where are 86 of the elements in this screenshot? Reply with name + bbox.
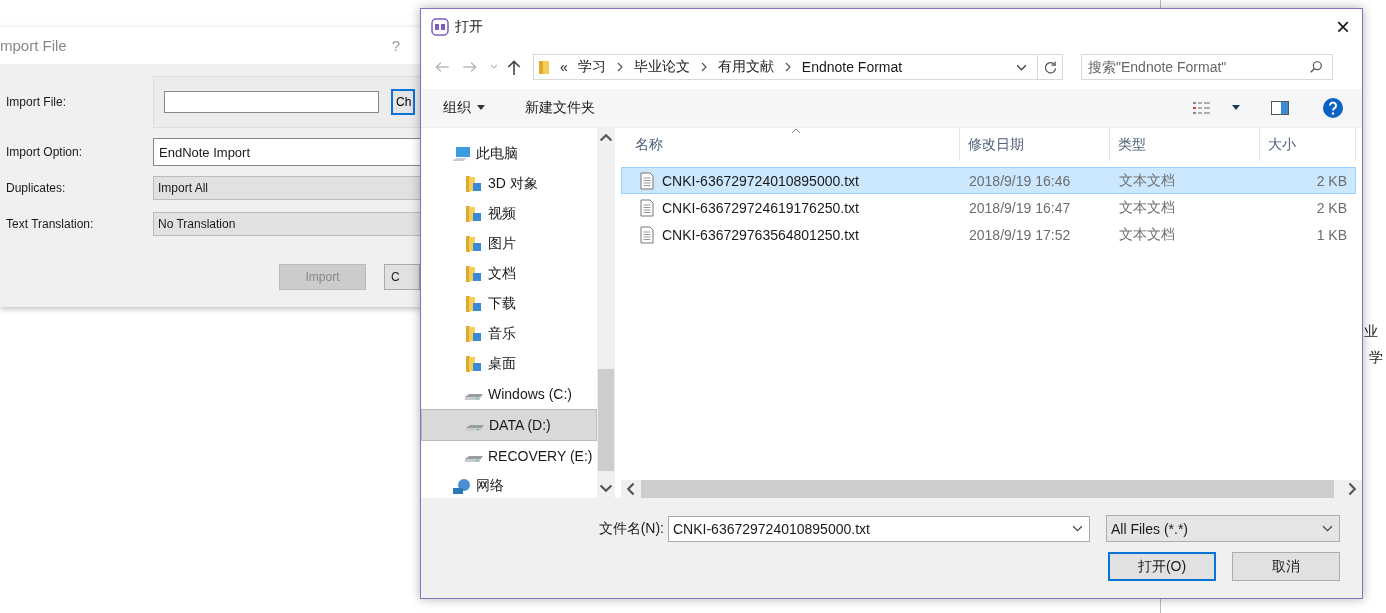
- file-date: 2018/9/19 16:46: [968, 172, 1072, 189]
- folder-icon: [464, 205, 484, 223]
- breadcrumb-overflow[interactable]: «: [560, 59, 568, 75]
- chevron-right-icon[interactable]: [615, 62, 624, 72]
- app-icon: [431, 18, 449, 36]
- file-type-dropdown[interactable]: All Files (*.*): [1106, 515, 1340, 542]
- search-field[interactable]: 搜索"Endnote Format": [1081, 54, 1333, 80]
- breadcrumb-item[interactable]: 毕业论文: [633, 58, 690, 76]
- view-list-icon[interactable]: [1192, 100, 1212, 116]
- caret-down-icon[interactable]: [1232, 105, 1240, 111]
- file-size: 1 KB: [1315, 226, 1348, 243]
- file-type: 文本文档: [1118, 171, 1176, 190]
- new-folder-button[interactable]: 新建文件夹: [515, 95, 605, 121]
- dialog-button[interactable]: C: [384, 264, 420, 290]
- chevron-right-icon[interactable]: [783, 62, 792, 72]
- scroll-thumb[interactable]: [598, 369, 614, 471]
- nav-item[interactable]: 音乐: [421, 319, 597, 349]
- background-text: 学: [1369, 349, 1383, 367]
- refresh-icon: [1042, 59, 1058, 75]
- network-icon: [452, 477, 472, 495]
- nav-item[interactable]: 下载: [421, 289, 597, 319]
- dialog-button[interactable]: 打开(O): [1108, 552, 1216, 581]
- nav-item[interactable]: 桌面: [421, 349, 597, 379]
- column-header[interactable]: 大小: [1260, 128, 1356, 161]
- file-row[interactable]: CNKI-636729724010895000.txt 2018/9/19 16:46 文本文档 2 KB: [621, 167, 1356, 194]
- search-icon: [1309, 60, 1323, 74]
- file-row[interactable]: CNKI-636729724619176250.txt 2018/9/19 16:47 文本文档 2 KB: [621, 194, 1356, 221]
- column-header[interactable]: 类型: [1110, 128, 1260, 161]
- file-size: 2 KB: [1315, 172, 1348, 189]
- folder-icon: [464, 235, 484, 253]
- address-bar[interactable]: « 学习 毕业论文 有用文献 Endnote Format: [533, 54, 1063, 80]
- file-date: 2018/9/19 17:52: [968, 226, 1072, 243]
- chevron-down-icon[interactable]: [1072, 523, 1083, 534]
- organize-menu[interactable]: 组织: [433, 95, 495, 121]
- computer-icon: [452, 145, 472, 163]
- breadcrumb-item[interactable]: 有用文献: [717, 58, 774, 76]
- file-name: CNKI-636729724619176250.txt: [662, 199, 859, 216]
- field-label: Import Option:: [6, 145, 84, 159]
- chevron-right-icon[interactable]: [699, 62, 708, 72]
- nav-item[interactable]: 文档: [421, 259, 597, 289]
- file-path-field[interactable]: [164, 91, 379, 113]
- file-name: CNKI-636729763564801250.txt: [662, 226, 859, 243]
- breadcrumb-item[interactable]: Endnote Format: [801, 59, 903, 75]
- scrollbar[interactable]: [597, 128, 615, 498]
- breadcrumb-item[interactable]: 学习: [577, 58, 606, 76]
- column-header[interactable]: 修改日期: [960, 128, 1110, 161]
- folder-icon: [464, 355, 484, 373]
- folder-icon: [464, 325, 484, 343]
- file-name: CNKI-636729724010895000.txt: [662, 172, 859, 189]
- file-date: 2018/9/19 16:47: [968, 199, 1072, 216]
- caret-down-icon: [477, 105, 485, 111]
- drive-icon: [465, 424, 485, 432]
- file-type: 文本文档: [1118, 198, 1176, 217]
- drive-icon: [464, 455, 484, 463]
- nav-item[interactable]: Windows (C:): [421, 379, 597, 409]
- sort-caret-icon: [791, 128, 801, 134]
- up-arrow-icon[interactable]: [505, 58, 523, 76]
- nav-item[interactable]: RECOVERY (E:): [421, 441, 597, 471]
- nav-item[interactable]: DATA (D:): [421, 409, 597, 441]
- file-type: 文本文档: [1118, 225, 1176, 244]
- nav-item[interactable]: 网络: [421, 471, 597, 498]
- file-name-field[interactable]: CNKI-636729724010895000.txt: [668, 515, 1090, 542]
- folder-icon: [464, 265, 484, 283]
- folder-icon: [464, 295, 484, 313]
- text-file-icon: [640, 225, 654, 244]
- file-size: 2 KB: [1315, 199, 1348, 216]
- field-label: Text Translation:: [6, 217, 95, 231]
- folder-icon: [464, 175, 484, 193]
- text-file-icon: [640, 198, 654, 217]
- choose-button[interactable]: Ch: [391, 89, 415, 115]
- text-file-icon: [640, 171, 654, 190]
- folder-icon: [538, 59, 550, 75]
- preview-pane-icon[interactable]: [1270, 100, 1290, 116]
- window-title: 打开: [455, 18, 483, 36]
- field-label: Duplicates:: [6, 181, 67, 195]
- drive-icon: [464, 393, 484, 401]
- file-row[interactable]: CNKI-636729763564801250.txt 2018/9/19 17:52 文本文档 1 KB: [621, 221, 1356, 248]
- chevron-down-icon: [1322, 523, 1333, 534]
- background-text: 业: [1364, 323, 1378, 341]
- file-name-label: 文件名(N):: [598, 519, 664, 538]
- dialog-button[interactable]: 取消: [1232, 552, 1340, 581]
- help-icon[interactable]: [1322, 97, 1344, 119]
- field-label: Import File:: [6, 95, 67, 109]
- window-title: mport File: [0, 37, 67, 54]
- close-button[interactable]: ×: [1336, 15, 1350, 39]
- column-header[interactable]: 名称: [621, 128, 960, 161]
